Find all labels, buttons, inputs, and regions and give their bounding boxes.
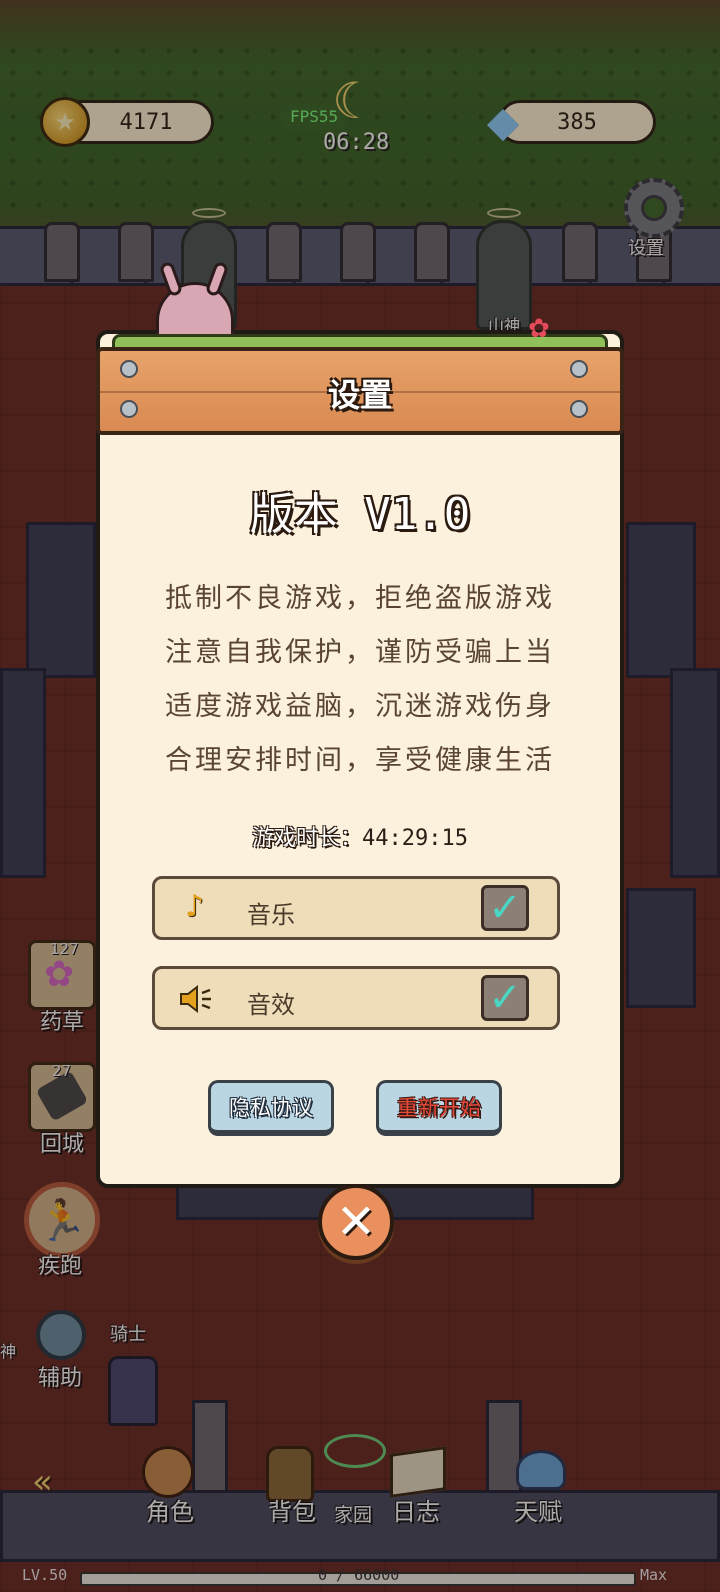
music-checkbox[interactable]: ✓ bbox=[481, 885, 529, 931]
health-notice-line: 抵制不良游戏，拒绝盗版游戏 bbox=[165, 583, 555, 614]
check-icon: ✓ bbox=[488, 975, 522, 1021]
health-notice-line: 适度游戏益脑，沉迷游戏伤身 bbox=[165, 691, 555, 722]
privacy-button-label: 隐私协议 bbox=[229, 1095, 313, 1120]
music-note-icon: ♪ bbox=[185, 889, 205, 924]
restart-button-label: 重新开始 bbox=[397, 1095, 481, 1120]
sfx-toggle-row[interactable]: 音效 ✓ bbox=[152, 966, 560, 1030]
playtime-value: 44:29:15 bbox=[362, 826, 468, 851]
music-label: 音乐 bbox=[247, 901, 295, 929]
restart-button[interactable]: 重新开始 bbox=[376, 1080, 502, 1136]
privacy-policy-button[interactable]: 隐私协议 bbox=[208, 1080, 334, 1136]
check-icon: ✓ bbox=[488, 885, 522, 931]
sfx-checkbox[interactable]: ✓ bbox=[481, 975, 529, 1021]
speaker-icon bbox=[180, 984, 211, 1014]
dialog-title: 设置 bbox=[327, 376, 392, 414]
playtime: 游戏时长：44:29:15 bbox=[96, 820, 624, 852]
health-notice-line: 合理安排时间，享受健康生活 bbox=[165, 745, 555, 776]
playtime-label: 游戏时长： bbox=[252, 826, 363, 851]
music-toggle-row[interactable]: ♪ 音乐 ✓ bbox=[152, 876, 560, 940]
health-notice-line: 注意自我保护，谨防受骗上当 bbox=[165, 637, 555, 668]
sfx-label: 音效 bbox=[247, 991, 295, 1019]
version-text: 版本 V1.0 bbox=[249, 489, 471, 540]
close-icon: ✕ bbox=[335, 1194, 377, 1250]
close-button[interactable]: ✕ bbox=[318, 1184, 394, 1260]
flower-decoration: ✿ bbox=[528, 314, 550, 344]
